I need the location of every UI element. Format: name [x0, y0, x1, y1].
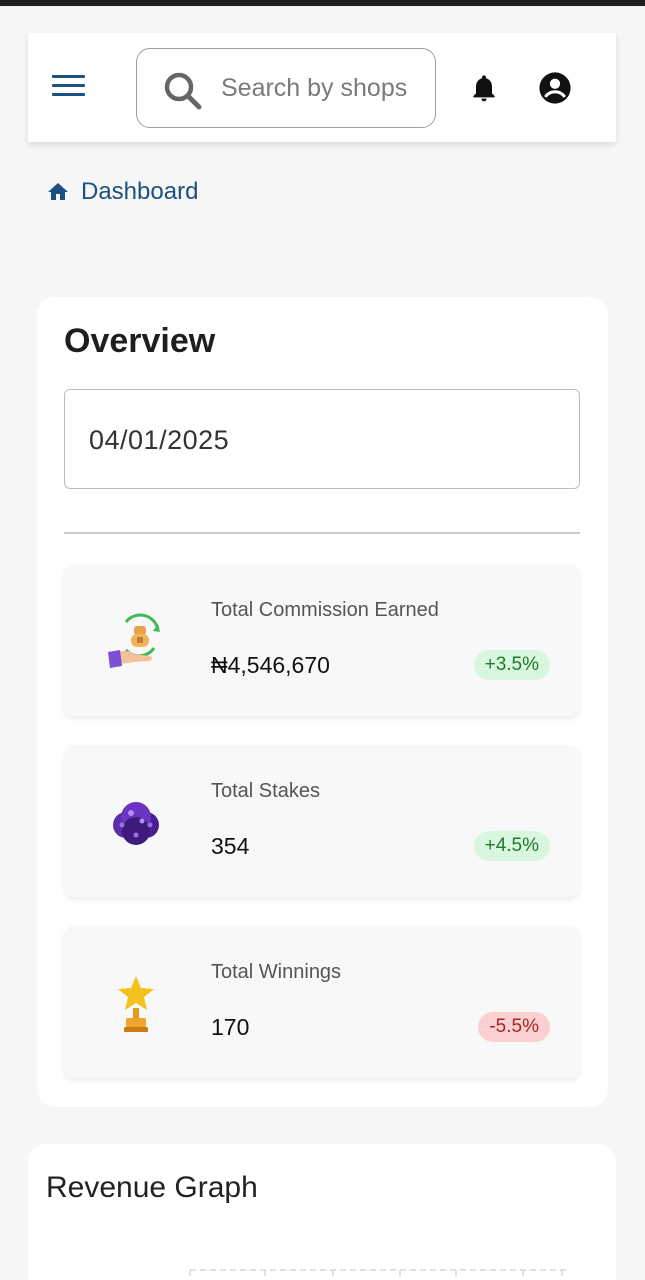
status-bar-strip — [0, 0, 645, 6]
bell-icon[interactable] — [468, 71, 500, 105]
search-box[interactable] — [136, 48, 436, 128]
change-badge: -5.5% — [478, 1012, 550, 1042]
stat-value: 170 — [211, 1014, 250, 1040]
change-badge: +4.5% — [473, 831, 550, 861]
menu-icon[interactable] — [52, 75, 88, 101]
breadcrumb[interactable]: Dashboard — [46, 178, 198, 206]
dice-icon — [113, 802, 159, 845]
home-icon — [48, 183, 68, 200]
stat-label: Total Stakes — [211, 780, 320, 802]
stat-card-stakes: Total Stakes 354 +4.5% — [64, 745, 580, 897]
stat-label: Total Commission Earned — [211, 599, 439, 621]
trophy-star-icon — [118, 976, 154, 1032]
date-input[interactable] — [89, 420, 489, 460]
hand-coin-icon — [108, 613, 160, 668]
top-header — [28, 33, 616, 142]
overview-title: Overview — [64, 322, 216, 360]
date-field[interactable] — [64, 389, 580, 489]
divider — [64, 532, 580, 534]
breadcrumb-dashboard[interactable]: Dashboard — [81, 178, 198, 206]
stat-label: Total Winnings — [211, 961, 342, 983]
stat-card-commission: Total Commission Earned ₦4,546,670 +3.5% — [64, 564, 580, 716]
search-input[interactable] — [221, 71, 421, 105]
overview-card: Overview Total Commission Earned ₦4,546,… — [37, 297, 608, 1107]
revenue-title: Revenue Graph — [46, 1171, 258, 1204]
change-badge: +3.5% — [473, 650, 550, 680]
stat-value: ₦4,546,670 — [211, 652, 330, 678]
account-circle-icon[interactable] — [538, 71, 572, 105]
revenue-graph-grid — [189, 1269, 566, 1280]
stat-value: 354 — [211, 833, 250, 859]
stat-card-winnings: Total Winnings 170 -5.5% — [64, 926, 580, 1078]
revenue-card: Revenue Graph — [28, 1144, 616, 1280]
search-icon — [164, 72, 202, 110]
